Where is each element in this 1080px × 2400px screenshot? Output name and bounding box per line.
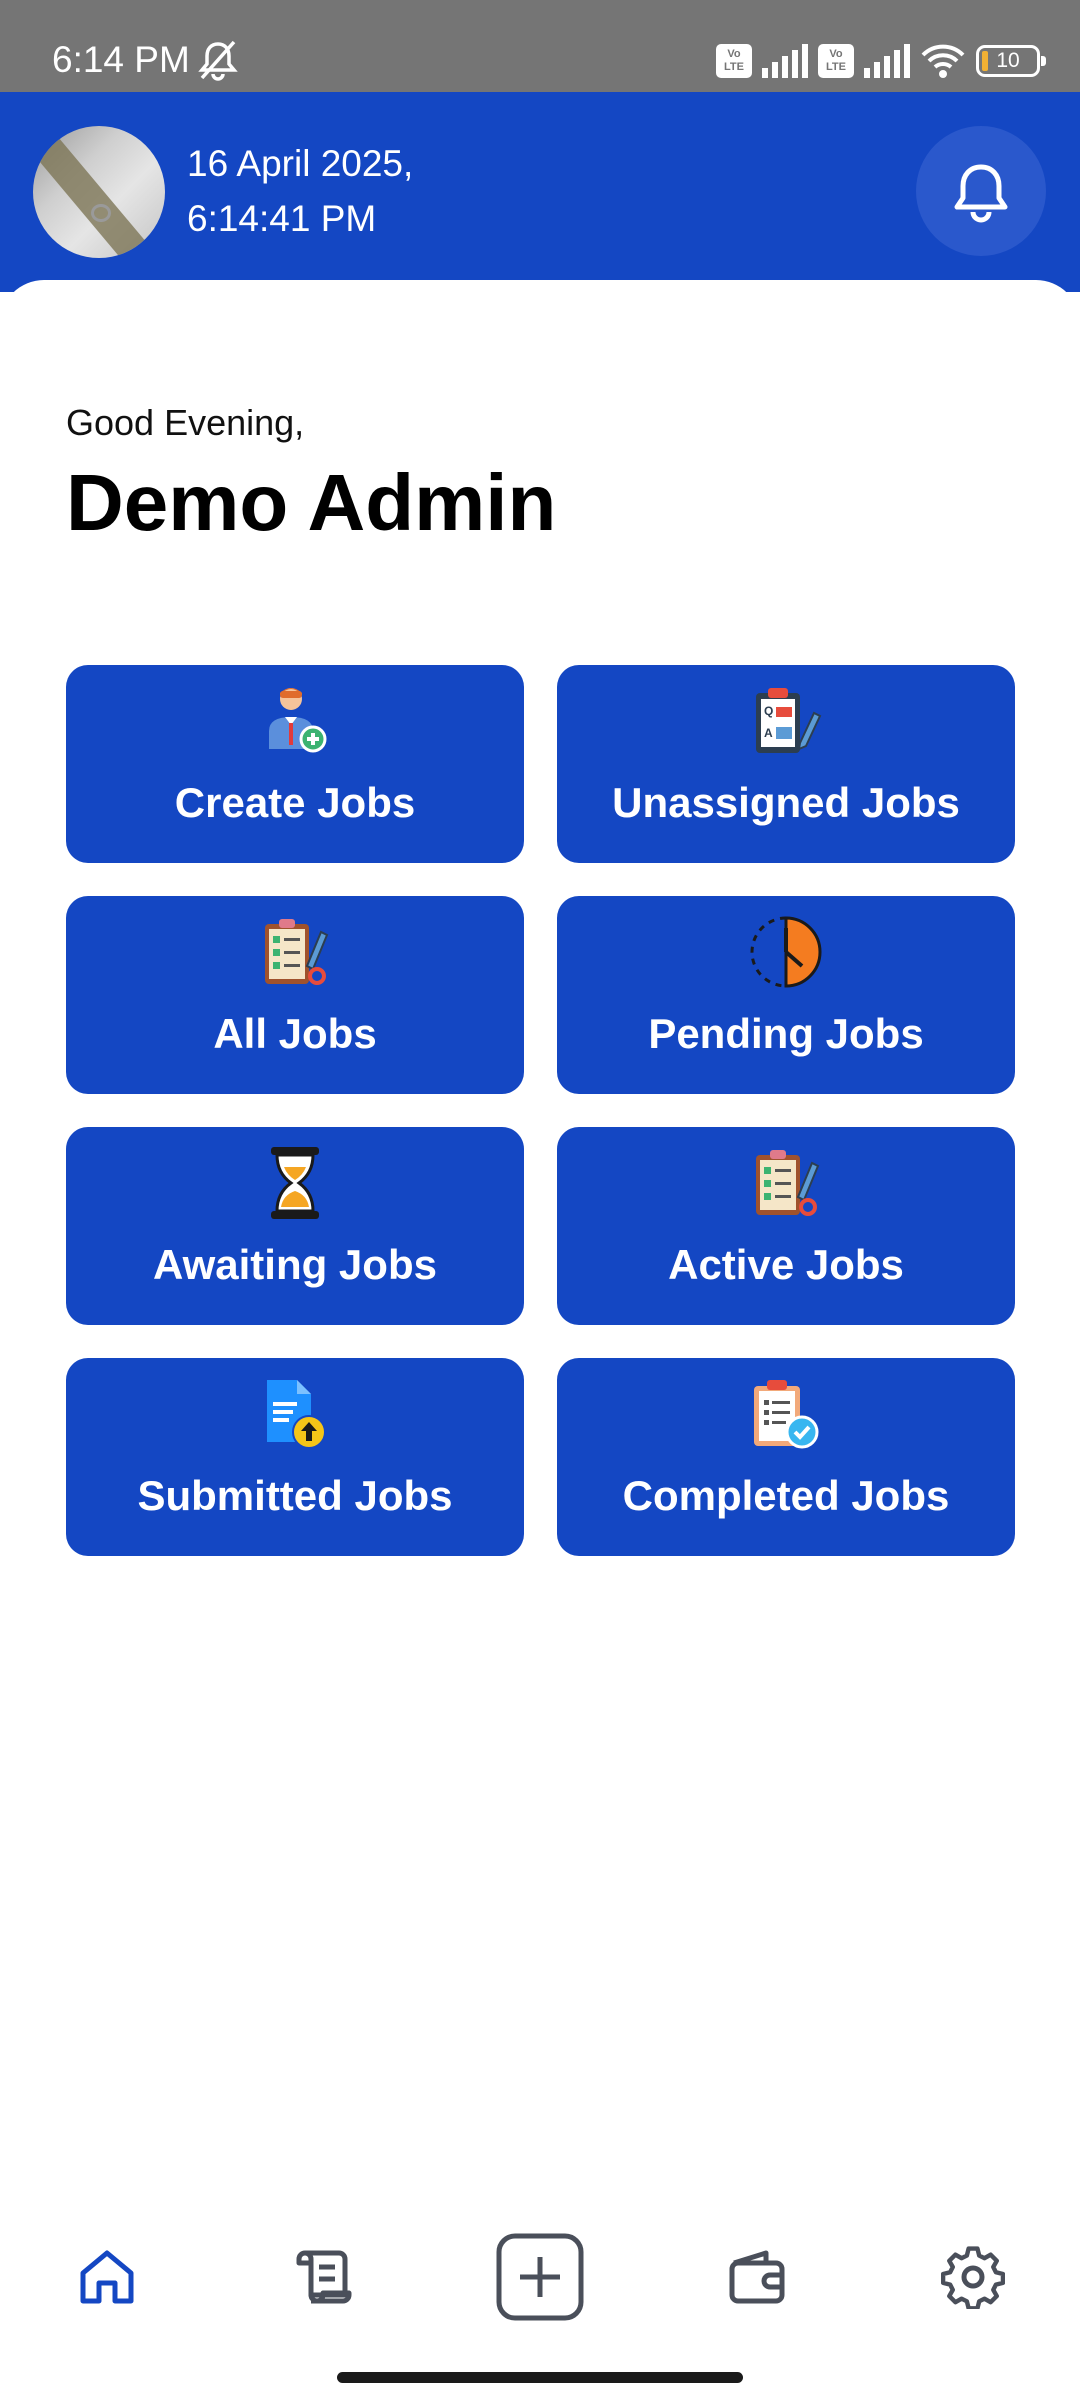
battery-icon: 10 — [976, 45, 1046, 77]
active-jobs-tile[interactable]: Active Jobs — [557, 1127, 1015, 1325]
tile-label: Pending Jobs — [648, 1010, 924, 1057]
upload-document-icon — [267, 1380, 326, 1449]
signal-icon — [762, 44, 808, 78]
battery-level: 10 — [996, 49, 1020, 72]
add-user-icon — [269, 688, 327, 753]
submitted-jobs-tile[interactable]: Submitted Jobs — [66, 1358, 524, 1556]
clipboard-qa-icon: Q A — [756, 688, 822, 753]
hourglass-icon — [271, 1147, 319, 1219]
signal-icon — [864, 44, 910, 78]
content-sheet — [0, 280, 1080, 2400]
tile-label: Active Jobs — [668, 1241, 904, 1288]
scroll-icon — [296, 2250, 352, 2304]
tile-label: Completed Jobs — [622, 1472, 950, 1519]
create-jobs-tile[interactable]: Create Jobs — [66, 665, 524, 863]
tile-label: All Jobs — [213, 1010, 377, 1057]
tile-label: Submitted Jobs — [137, 1472, 453, 1519]
mute-icon — [198, 40, 238, 81]
nav-home[interactable] — [62, 2232, 152, 2322]
home-icon — [80, 2250, 134, 2304]
svg-text:Q: Q — [764, 704, 773, 718]
avatar[interactable] — [33, 126, 165, 258]
wifi-icon — [921, 44, 965, 78]
nav-settings[interactable] — [928, 2232, 1018, 2322]
status-time: 6:14 PM — [52, 39, 190, 80]
pending-jobs-tile[interactable]: Pending Jobs — [557, 896, 1015, 1094]
all-jobs-tile[interactable]: All Jobs — [66, 896, 524, 1094]
notifications-button[interactable] — [916, 126, 1046, 256]
unassigned-jobs-tile[interactable]: Q A Unassigned Jobs — [557, 665, 1015, 863]
svg-text:A: A — [764, 726, 773, 740]
status-bar: 6:14 PM Vo LTE Vo LTE 10 — [0, 0, 1080, 92]
bell-icon — [954, 164, 1008, 223]
header-time: 6:14:41 PM — [187, 198, 377, 239]
volte-icon: Vo LTE — [716, 44, 752, 78]
active-checklist-icon — [756, 1150, 820, 1216]
nav-add[interactable] — [495, 2232, 585, 2322]
volte-icon: Vo LTE — [818, 44, 854, 78]
completed-jobs-tile[interactable]: Completed Jobs — [557, 1358, 1015, 1556]
header-date: 16 April 2025, — [187, 143, 414, 184]
tile-label: Create Jobs — [174, 779, 416, 826]
tile-label: Unassigned Jobs — [612, 779, 960, 826]
checklist-icon — [265, 919, 329, 985]
nav-wallet[interactable] — [711, 2232, 801, 2322]
app-header: 16 April 2025, 6:14:41 PM — [0, 92, 1080, 292]
greeting-text: Good Evening, — [66, 402, 305, 443]
nav-jobs[interactable] — [278, 2232, 368, 2322]
pending-clock-icon — [750, 916, 822, 988]
wallet-icon — [729, 2250, 785, 2304]
completed-clipboard-icon — [754, 1380, 819, 1449]
plus-square-icon — [496, 2233, 584, 2321]
user-name: Demo Admin — [66, 458, 557, 547]
tile-label: Awaiting Jobs — [153, 1241, 437, 1288]
gear-icon — [941, 2246, 1005, 2309]
awaiting-jobs-tile[interactable]: Awaiting Jobs — [66, 1127, 524, 1325]
bottom-nav — [0, 2220, 1080, 2340]
home-indicator[interactable] — [337, 2372, 743, 2383]
header-datetime: 16 April 2025, 6:14:41 PM — [187, 136, 413, 246]
